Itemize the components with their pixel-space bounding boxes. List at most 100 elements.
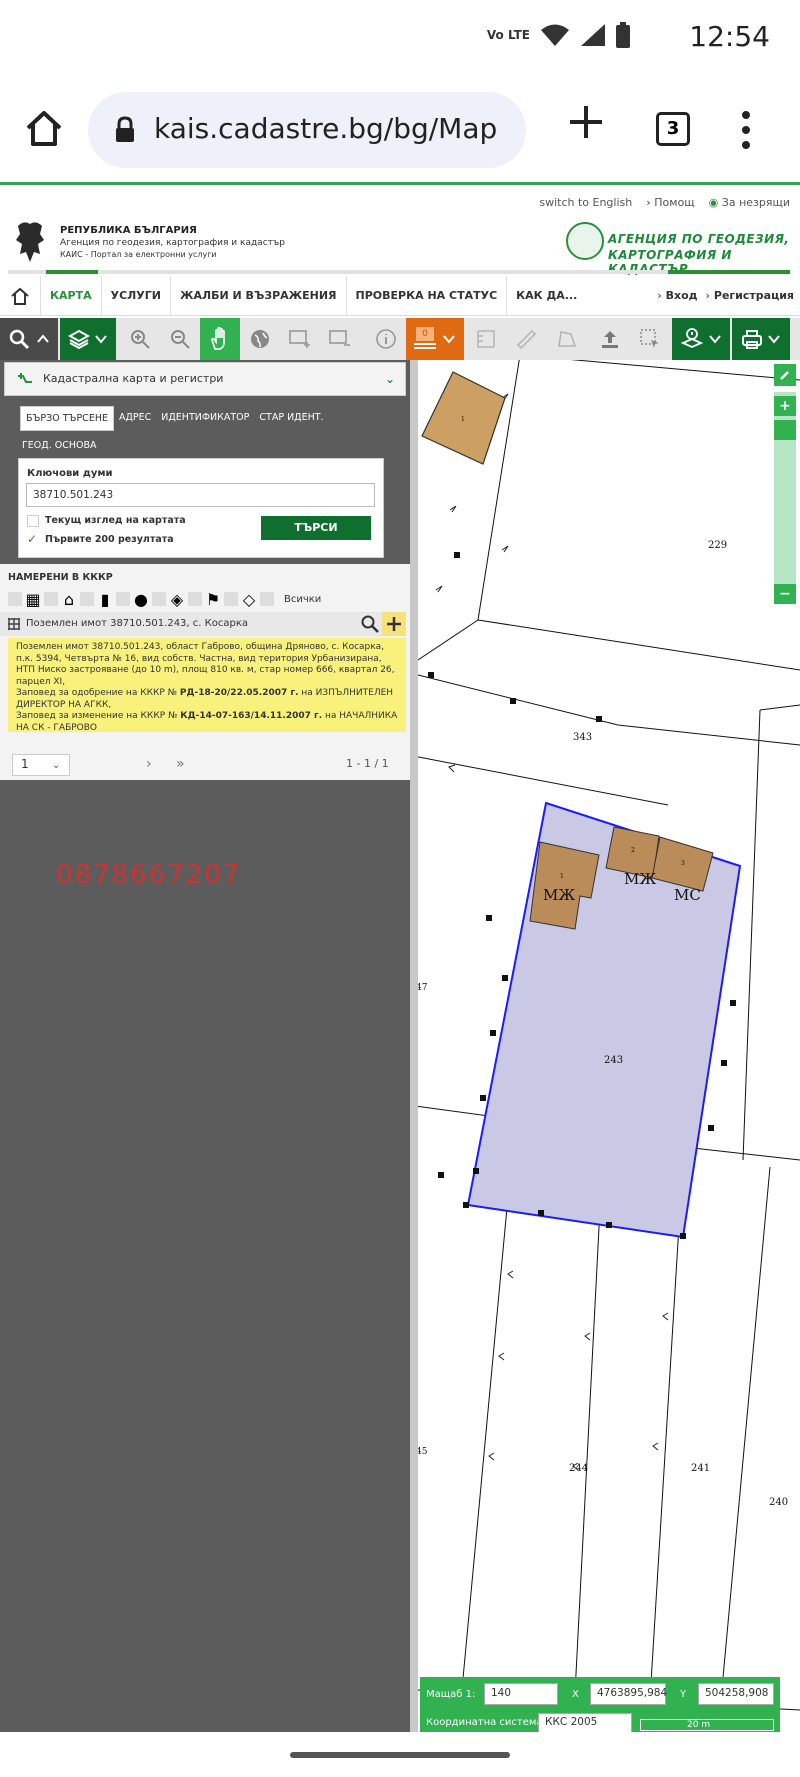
filter-checkbox[interactable] [8, 592, 22, 606]
filter-checkbox[interactable] [188, 592, 202, 606]
coordinates-bar: Мащаб 1: 140 X 4763895,984 Y 504258,908 … [420, 1677, 780, 1733]
nav-map[interactable]: КАРТА [40, 275, 101, 316]
keywords-input[interactable]: 38710.501.243 [26, 483, 375, 507]
panel-splitter[interactable] [410, 360, 418, 1732]
current-view-checkbox[interactable] [27, 515, 39, 527]
battery-icon [616, 22, 630, 48]
result-row[interactable]: Поземлен имот 38710.501.243, с. Косарка [0, 612, 406, 636]
location-tool-button[interactable] [672, 318, 730, 360]
layers-icon: ◈ [170, 589, 184, 609]
nav-home[interactable] [0, 276, 40, 316]
accessibility-link[interactable]: ◉ За незрящи [709, 196, 790, 209]
house-icon: ⌂ [63, 589, 75, 609]
filter-checkbox[interactable] [116, 592, 130, 606]
grid-icon [8, 618, 20, 630]
filter-checkbox[interactable] [80, 592, 94, 606]
hand-icon [211, 327, 225, 350]
address-bar[interactable]: kais.cadastre.bg/bg/Map [88, 92, 526, 168]
globe-button[interactable] [240, 318, 280, 360]
info-button[interactable] [366, 318, 406, 360]
help-link[interactable]: › Помощ [646, 196, 694, 209]
orange-badge: 0 [416, 327, 434, 341]
plus-icon [387, 617, 401, 631]
first200-checkbox[interactable]: ✓ [27, 532, 37, 546]
scale-input[interactable]: 140 [484, 1683, 558, 1705]
keywords-label: Ключови думи [27, 468, 113, 479]
page-select[interactable]: 1 [12, 754, 70, 776]
chevron-down-icon [443, 335, 455, 344]
chevron-down-icon: ⌄ [384, 372, 395, 386]
tab-quick-search[interactable]: БЪРЗО ТЪРСЕНЕ [20, 406, 114, 431]
map-canvas[interactable]: 229 343 243 244 241 240 47 45 1 1 2 3 МЖ… [418, 360, 800, 1732]
measure-area-button[interactable] [546, 318, 586, 360]
nav-complaints[interactable]: ЖАЛБИ И ВЪЗРАЖЕНИЯ [169, 275, 346, 316]
search-tool-button[interactable] [0, 318, 58, 360]
tab-switcher-button[interactable]: 3 [656, 112, 690, 146]
x-coordinate-field[interactable]: 4763895,984 [590, 1683, 667, 1705]
chevron-down-icon [709, 335, 721, 344]
zoom-box-out-button[interactable] [320, 318, 360, 360]
parcel-343-label: 343 [573, 732, 592, 743]
tab-address[interactable]: АДРЕС [114, 406, 156, 431]
building-3-type: МС [674, 886, 701, 904]
filter-checkbox[interactable] [224, 592, 238, 606]
login-link[interactable]: › Вход [657, 276, 697, 316]
nav-services[interactable]: УСЛУГИ [100, 275, 170, 316]
pencil-icon [780, 371, 789, 380]
y-coordinate-field[interactable]: 504258,908 [698, 1683, 774, 1705]
crs-select[interactable]: ККС 2005 [538, 1713, 632, 1733]
zoom-box-in-button[interactable] [280, 318, 320, 360]
next-page-icon[interactable]: › [146, 756, 152, 772]
nav-how-to[interactable]: КАК ДА... [506, 275, 586, 316]
filter-checkbox[interactable] [44, 592, 58, 606]
pan-tool-button[interactable] [200, 318, 240, 360]
measure-distance-button[interactable] [506, 318, 546, 360]
zoom-minus-button[interactable]: − [774, 584, 796, 604]
nav-status-check[interactable]: ПРОВЕРКА НА СТАТУС [345, 275, 507, 316]
search-panel: Кадастрална карта и регистри ⌄ БЪРЗО ТЪР… [0, 360, 410, 1732]
tab-old-identifier[interactable]: СТАР ИДЕНТ. [254, 406, 328, 431]
select-area-button[interactable] [630, 318, 670, 360]
filter-checkbox[interactable] [152, 592, 166, 606]
zoom-out-button[interactable] [160, 318, 200, 360]
new-tab-icon[interactable] [566, 102, 606, 142]
main-nav: КАРТА УСЛУГИ ЖАЛБИ И ВЪЗРАЖЕНИЯ ПРОВЕРКА… [0, 275, 800, 316]
selection-tool-button[interactable]: 0 [406, 318, 464, 360]
more-menu-icon[interactable] [742, 110, 750, 150]
republic-subtitle: Агенция по геодезия, картография и кадас… [60, 238, 285, 248]
zoom-in-button[interactable] [120, 318, 160, 360]
building-1-type: МЖ [543, 886, 575, 904]
results-title: НАМЕРЕНИ В КККР [8, 572, 113, 583]
phone-watermark: 0878667207 [56, 860, 242, 890]
home-gesture-handle[interactable] [290, 1752, 510, 1758]
print-button[interactable] [732, 318, 790, 360]
tab-identifier[interactable]: ИДЕНТИФИКАТОР [156, 406, 254, 431]
add-result-button[interactable] [382, 612, 406, 636]
upload-button[interactable] [590, 318, 630, 360]
clock: 12:54 [689, 20, 770, 53]
last-page-icon[interactable]: » [176, 756, 185, 772]
english-link[interactable]: switch to English [539, 196, 632, 209]
auth-links: › Вход › Регистрация [657, 276, 794, 316]
flag-icon: ⚑ [205, 589, 221, 609]
zoom-slider-handle[interactable] [774, 420, 796, 440]
chevron-right-icon: › [705, 289, 711, 302]
wifi-icon [541, 24, 569, 46]
chevron-up-icon [37, 334, 49, 343]
tab-geodetic-base[interactable]: ГЕОД. ОСНОВА [22, 440, 96, 451]
building-3-number: 3 [681, 860, 685, 867]
measure-grid-button[interactable] [466, 318, 506, 360]
cadastral-map[interactable]: 229 343 243 244 241 240 47 45 1 1 2 3 МЖ… [418, 360, 800, 1732]
zoom-plus-button[interactable]: + [774, 396, 796, 416]
search-button[interactable]: ТЪРСИ [261, 516, 371, 540]
home-icon[interactable] [22, 106, 66, 150]
register-link[interactable]: › Регистрация [706, 276, 794, 316]
edit-map-button[interactable] [774, 364, 796, 386]
filter-checkbox[interactable] [260, 592, 274, 606]
search-icon[interactable] [360, 614, 380, 634]
globe-icon [251, 330, 269, 348]
accent-right [668, 270, 790, 274]
chevron-down-icon [95, 335, 107, 344]
layers-tool-button[interactable] [60, 318, 116, 360]
layer-select[interactable]: Кадастрална карта и регистри ⌄ [4, 362, 406, 396]
